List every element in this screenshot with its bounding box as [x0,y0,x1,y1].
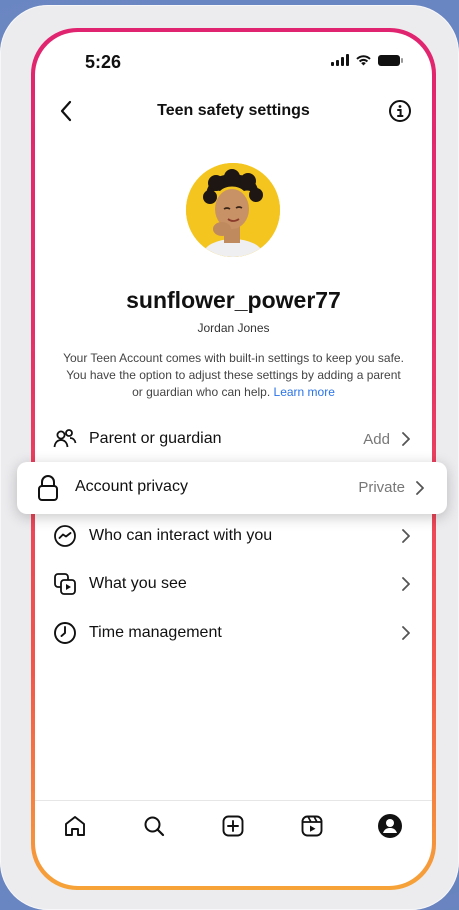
account-privacy-value: Private [358,479,405,496]
bottom-nav-divider [35,800,432,801]
chevron-right-icon [400,432,412,446]
nav-profile[interactable] [376,812,404,840]
messenger-icon [52,523,78,549]
nav-search[interactable] [140,812,168,840]
chevron-right-icon [400,529,412,543]
avatar-photo [186,163,280,257]
chevron-right-icon [415,481,427,495]
status-icons [331,54,403,66]
what-you-see-label: What you see [89,575,187,592]
nav-reels[interactable] [298,812,326,840]
profile-icon [378,814,402,838]
parent-guardian-row[interactable]: Parent or guardian Add [35,415,432,463]
time-management-label: Time management [89,624,222,641]
parent-guardian-label: Parent or guardian [89,430,222,447]
status-time: 5:26 [85,52,122,72]
interactions-label: Who can interact with you [89,527,273,544]
people-icon [52,426,78,452]
chevron-right-icon [400,577,412,591]
create-icon [222,815,244,837]
battery-icon [378,54,403,66]
teen-account-description: Your Teen Account comes with built-in se… [63,350,404,401]
chevron-right-icon [400,626,412,640]
wifi-icon [356,55,371,66]
search-icon [144,816,165,837]
nav-home[interactable] [61,812,89,840]
account-privacy-label: Account privacy [75,478,188,495]
app-screen: 5:26 Teen safety settings sunflower_powe… [35,32,432,886]
full-name: Jordan Jones [197,321,270,335]
reels-icon [301,815,323,837]
parent-guardian-value: Add [363,430,390,448]
lock-icon [36,474,60,502]
clock-icon [52,620,78,646]
info-button[interactable] [386,97,414,125]
learn-more-link[interactable]: Learn more [274,385,335,399]
username: sunflower_power77 [126,287,341,313]
what-you-see-row[interactable]: What you see [35,560,432,608]
media-icon [52,571,78,597]
nav-create[interactable] [219,812,247,840]
info-icon [389,100,411,122]
description-text: Your Teen Account comes with built-in se… [63,351,404,399]
avatar [186,163,280,257]
interactions-row[interactable]: Who can interact with you [35,512,432,560]
account-privacy-row[interactable]: Account privacy Private [17,462,447,514]
signal-icon [331,54,349,66]
page-title: Teen safety settings [157,102,310,119]
home-icon [65,816,85,836]
time-management-row[interactable]: Time management [35,609,432,657]
